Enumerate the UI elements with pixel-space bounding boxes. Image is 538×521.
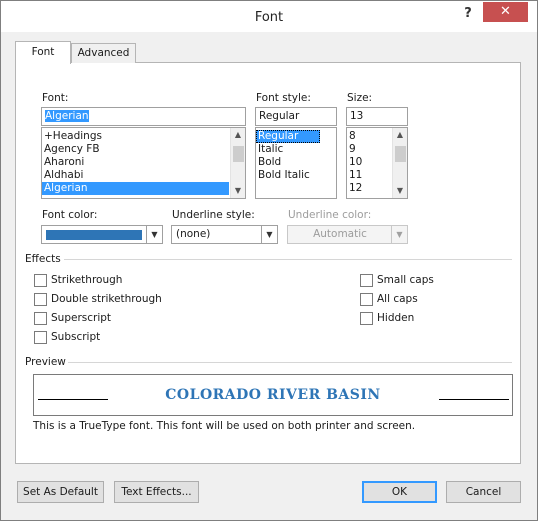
ok-button[interactable]: OK xyxy=(362,481,437,503)
subscript-checkbox[interactable] xyxy=(34,331,47,344)
font-color-dropdown[interactable]: ▼ xyxy=(41,225,163,244)
font-style-item[interactable]: Bold Italic xyxy=(256,169,336,182)
all-caps-checkbox[interactable] xyxy=(360,293,373,306)
font-list-scrollbar[interactable]: ▲ ▼ xyxy=(230,128,245,198)
text-effects-button[interactable]: Text Effects... xyxy=(114,481,199,503)
size-list[interactable]: 8 9 10 11 12 ▲ ▼ xyxy=(346,127,408,199)
superscript-label: Superscript xyxy=(51,312,112,324)
scroll-down-icon[interactable]: ▼ xyxy=(393,184,407,198)
font-list-item[interactable]: +Headings xyxy=(42,130,245,143)
font-list-item-selected[interactable]: Algerian xyxy=(42,182,229,195)
hidden-label: Hidden xyxy=(377,312,415,324)
cancel-button[interactable]: Cancel xyxy=(446,481,521,503)
underline-style-label: Underline style: xyxy=(172,209,255,221)
font-style-item-selected[interactable]: Regular xyxy=(256,130,320,143)
underline-color-value: Automatic xyxy=(313,228,367,240)
strikethrough-label: Strikethrough xyxy=(51,274,123,286)
font-style-label: Font style: xyxy=(256,92,311,104)
font-style-list[interactable]: Regular Italic Bold Bold Italic xyxy=(255,127,337,199)
scroll-up-icon[interactable]: ▲ xyxy=(231,128,245,142)
font-color-label: Font color: xyxy=(42,209,98,221)
tab-font[interactable]: Font xyxy=(15,41,71,64)
font-list-item[interactable]: Aldhabi xyxy=(42,169,245,182)
preview-baseline-right xyxy=(439,399,509,400)
scroll-down-icon[interactable]: ▼ xyxy=(231,184,245,198)
size-label: Size: xyxy=(347,92,373,104)
hidden-checkbox[interactable] xyxy=(360,312,373,325)
chevron-down-icon: ▼ xyxy=(391,226,407,243)
font-style-item[interactable]: Bold xyxy=(256,156,336,169)
subscript-label: Subscript xyxy=(51,331,101,343)
chevron-down-icon: ▼ xyxy=(261,226,277,243)
scroll-up-icon[interactable]: ▲ xyxy=(393,128,407,142)
effects-label: Effects xyxy=(25,253,61,265)
close-icon: ✕ xyxy=(500,4,511,19)
font-input-value: Algerian xyxy=(45,110,89,122)
title-bar: Font ? ✕ xyxy=(1,1,537,32)
size-input[interactable]: 13 xyxy=(346,107,408,126)
preview-label: Preview xyxy=(25,356,66,368)
set-as-default-button[interactable]: Set As Default xyxy=(17,481,104,503)
small-caps-checkbox[interactable] xyxy=(360,274,373,287)
size-list-scrollbar[interactable]: ▲ ▼ xyxy=(392,128,407,198)
font-list[interactable]: +Headings Agency FB Aharoni Aldhabi Alge… xyxy=(41,127,246,199)
underline-style-dropdown[interactable]: (none) ▼ xyxy=(171,225,278,244)
scroll-thumb[interactable] xyxy=(395,146,406,162)
underline-color-dropdown: Automatic ▼ xyxy=(287,225,408,244)
preview-divider xyxy=(68,362,512,363)
font-style-item[interactable]: Italic xyxy=(256,143,336,156)
small-caps-label: Small caps xyxy=(377,274,434,286)
font-color-swatch xyxy=(46,230,142,240)
font-list-item[interactable]: Agency FB xyxy=(42,143,245,156)
font-style-input[interactable]: Regular xyxy=(255,107,337,126)
tab-advanced[interactable]: Advanced xyxy=(71,43,136,63)
underline-color-label: Underline color: xyxy=(288,209,372,221)
font-label: Font: xyxy=(42,92,69,104)
font-input[interactable]: Algerian xyxy=(41,107,246,126)
superscript-checkbox[interactable] xyxy=(34,312,47,325)
close-button[interactable]: ✕ xyxy=(483,2,528,22)
preview-note: This is a TrueType font. This font will … xyxy=(33,420,416,432)
effects-divider xyxy=(64,259,512,260)
chevron-down-icon: ▼ xyxy=(146,226,162,243)
double-strikethrough-checkbox[interactable] xyxy=(34,293,47,306)
scroll-thumb[interactable] xyxy=(233,146,244,162)
double-strikethrough-label: Double strikethrough xyxy=(51,293,162,305)
strikethrough-checkbox[interactable] xyxy=(34,274,47,287)
help-button[interactable]: ? xyxy=(457,5,479,25)
preview-sample-text: COLORADO RIVER BASIN xyxy=(165,387,381,403)
preview-box: COLORADO RIVER BASIN xyxy=(33,374,513,416)
all-caps-label: All caps xyxy=(377,293,418,305)
font-list-item[interactable]: Aharoni xyxy=(42,156,245,169)
underline-style-value: (none) xyxy=(176,228,211,240)
